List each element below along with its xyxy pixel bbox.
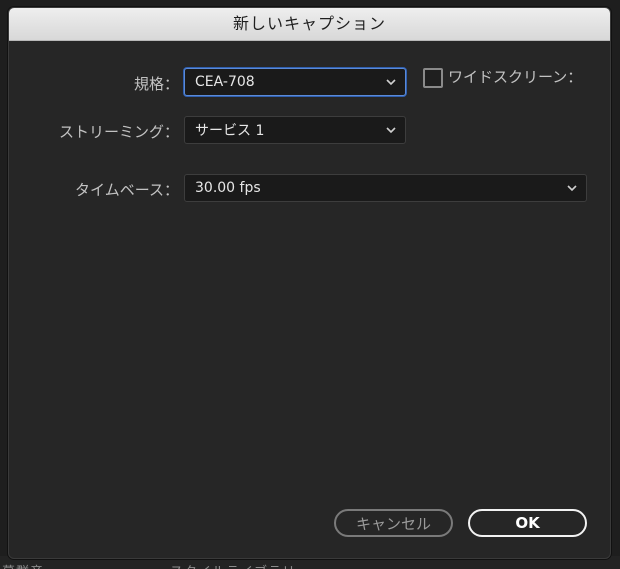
background-panel-item: スタイルライブラリ	[170, 561, 296, 569]
stream-select[interactable]: サービス 1	[184, 116, 406, 144]
dialog-titlebar[interactable]: 新しいキャプション	[9, 8, 610, 41]
chevron-down-icon	[386, 79, 396, 86]
timebase-label: タイムベース：	[75, 181, 179, 199]
chevron-down-icon	[567, 185, 577, 192]
standard-label: 規格：	[133, 75, 179, 93]
cancel-button[interactable]: キャンセル	[334, 509, 453, 537]
timebase-select-value: 30.00 fps	[195, 180, 261, 196]
background-panel-item: ・・・	[415, 561, 457, 569]
ok-button[interactable]: OK	[468, 509, 587, 537]
timebase-select[interactable]: 30.00 fps	[184, 174, 587, 202]
background-panel-item: 募群音・・・	[2, 561, 86, 569]
standard-select-value: CEA-708	[195, 74, 255, 90]
new-caption-dialog: 新しいキャプション 規格： CEA-708 ワイドスクリーン： ストリーミング：…	[8, 7, 611, 559]
widescreen-checkbox[interactable]	[423, 68, 443, 88]
stream-label: ストリーミング：	[58, 123, 179, 141]
chevron-down-icon	[386, 127, 396, 134]
dialog-title: 新しいキャプション	[232, 14, 386, 33]
widescreen-label[interactable]: ワイドスクリーン：	[448, 66, 582, 87]
stream-select-value: サービス 1	[195, 123, 265, 139]
standard-select[interactable]: CEA-708	[184, 68, 406, 96]
